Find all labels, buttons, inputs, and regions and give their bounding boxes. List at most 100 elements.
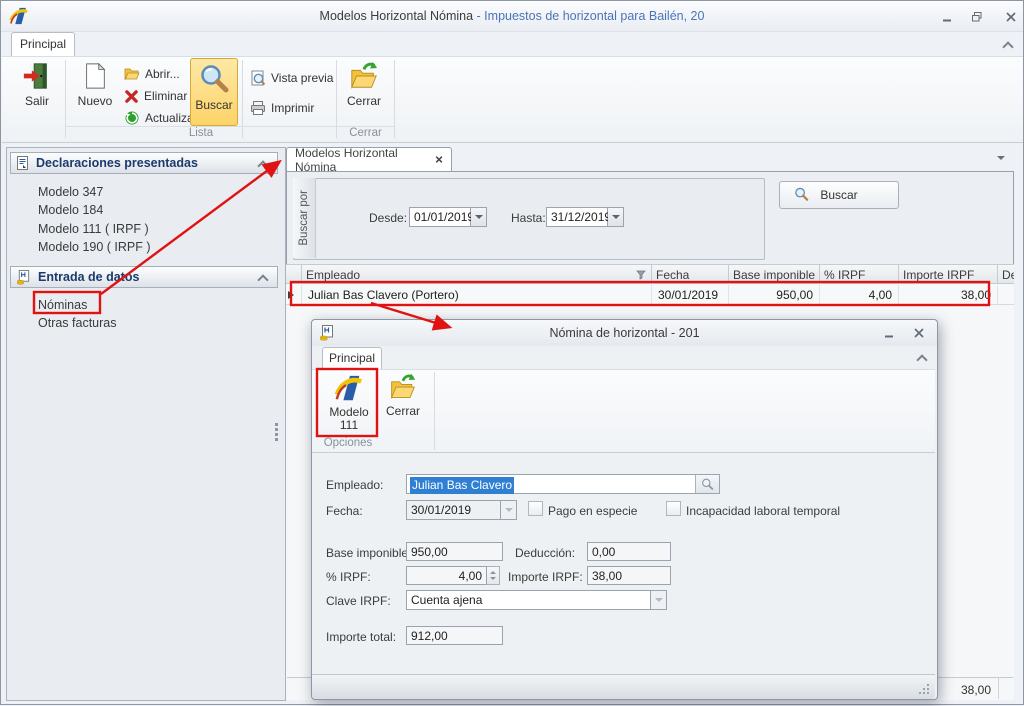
dialog-ribbon: Modelo 111 Cerrar Opciones — [312, 369, 935, 453]
column-header-empleado[interactable]: Empleado — [302, 264, 652, 284]
modelo-111-button[interactable]: Modelo 111 — [324, 373, 374, 432]
fecha-dropdown-button[interactable] — [501, 500, 517, 520]
column-label: Empleado — [306, 268, 360, 282]
group-caption-lista: Lista — [66, 126, 336, 141]
sidebar-item-otras-facturas[interactable]: Otras facturas — [38, 316, 238, 332]
cell-empleado[interactable]: Julian Bas Clavero (Portero) — [302, 285, 652, 305]
fecha-input[interactable]: 30/01/2019 — [406, 500, 501, 520]
hasta-dropdown-button[interactable] — [608, 207, 624, 227]
base-imponible-input[interactable]: 950,00 — [406, 542, 503, 561]
dialog-close-button[interactable] — [907, 324, 931, 341]
importe-total-input[interactable]: 912,00 — [406, 626, 503, 645]
cell-irpf-pct[interactable]: 4,00 — [820, 285, 899, 305]
desde-dropdown-button[interactable] — [471, 207, 487, 227]
fecha-label: Fecha: — [326, 504, 363, 518]
dialog-cerrar-button[interactable]: Cerrar — [380, 373, 426, 418]
close-folder-icon — [389, 373, 417, 401]
buscar-por-label: Buscar por — [298, 190, 310, 246]
actualizar-button[interactable]: Actualizar — [124, 108, 198, 128]
cell-importe-irpf[interactable]: 38,00 — [899, 285, 998, 305]
filter-icon[interactable] — [636, 270, 646, 280]
deduccion-input[interactable]: 0,00 — [587, 542, 671, 561]
sidebar-item-modelo-347[interactable]: Modelo 347 — [38, 185, 238, 201]
buscar-ribbon-button[interactable]: Buscar — [190, 58, 238, 126]
abrir-button[interactable]: Abrir... — [124, 64, 180, 84]
nuevo-label: Nuevo — [78, 94, 113, 108]
incapacidad-checkbox[interactable] — [666, 501, 681, 516]
sidebar: Declaraciones presentadas Modelo 347 Mod… — [6, 147, 286, 701]
clave-irpf-select[interactable]: Cuenta ajena — [406, 590, 651, 610]
sidebar-item-modelo-190[interactable]: Modelo 190 ( IRPF ) — [38, 240, 238, 256]
close-button[interactable] — [999, 8, 1023, 25]
sidebar-header-declaraciones[interactable]: Declaraciones presentadas — [10, 152, 278, 174]
buscar-por-strip: Buscar por — [293, 178, 316, 258]
minimize-icon — [941, 11, 953, 23]
empleado-input[interactable]: Julian Bas Clavero — [406, 474, 720, 494]
collapse-icon[interactable] — [257, 274, 268, 285]
new-document-icon — [81, 61, 109, 91]
salir-button[interactable]: Salir — [14, 61, 60, 108]
cell-base-imponible[interactable]: 950,00 — [729, 285, 820, 305]
hasta-input[interactable]: 31/12/2019 — [546, 207, 608, 227]
ribbon: Salir Nuevo Abrir... Eliminar — [2, 56, 1023, 143]
importe-total-label: Importe total: — [326, 630, 396, 644]
minimize-button[interactable] — [935, 8, 959, 25]
tab-modelos-horizontal-nomina[interactable]: Modelos Horizontal Nómina — [286, 147, 452, 171]
desde-label: Desde: — [369, 211, 407, 225]
resize-grip[interactable] — [919, 684, 929, 694]
splitter-handle[interactable] — [275, 423, 278, 426]
column-header-fecha[interactable]: Fecha — [652, 264, 729, 284]
aeat-logo-icon — [334, 373, 364, 403]
column-header-base-imponible[interactable]: Base imponible — [729, 264, 820, 284]
irpf-pct-input[interactable]: 4,00 — [406, 566, 487, 585]
print-preview-icon — [250, 70, 266, 86]
h-document-icon — [16, 270, 31, 285]
modelo-111-label: Modelo 111 — [325, 406, 373, 432]
nuevo-button[interactable]: Nuevo — [70, 61, 120, 108]
cerrar-label: Cerrar — [347, 94, 381, 108]
exit-door-icon — [22, 61, 52, 91]
tab-label: Modelos Horizontal Nómina — [295, 146, 427, 174]
clave-irpf-dropdown-button[interactable] — [651, 590, 667, 610]
dialog-minimize-button[interactable] — [877, 324, 901, 341]
ribbon-collapse-icon[interactable] — [1002, 41, 1013, 52]
vista-previa-button[interactable]: Vista previa — [250, 68, 333, 88]
main-window: Modelos Horizontal Nómina - Impuestos de… — [0, 0, 1024, 705]
printer-icon — [250, 100, 266, 116]
imprimir-button[interactable]: Imprimir — [250, 98, 314, 118]
empleado-lookup-button[interactable] — [695, 475, 719, 493]
dialog-ribbon-collapse-icon[interactable] — [916, 354, 927, 365]
restore-button[interactable] — [965, 8, 989, 25]
ribbon-tab-principal[interactable]: Principal — [11, 32, 75, 57]
column-header-importe-irpf[interactable]: Importe IRPF — [899, 264, 998, 284]
dialog-tab-principal[interactable]: Principal — [322, 347, 382, 370]
irpf-pct-spinner[interactable] — [487, 566, 500, 585]
close-icon — [1005, 11, 1017, 23]
tab-list-dropdown-icon[interactable] — [997, 156, 1005, 160]
sidebar-item-nominas[interactable]: Nóminas — [38, 298, 238, 314]
pago-especie-checkbox[interactable] — [528, 501, 543, 516]
spinner-down-icon — [490, 577, 496, 580]
sidebar-header-entrada-datos[interactable]: Entrada de datos — [10, 266, 278, 288]
collapse-icon[interactable] — [257, 160, 268, 171]
column-header-irpf-pct[interactable]: % IRPF — [820, 264, 899, 284]
desde-input[interactable]: 01/01/2019 — [409, 207, 471, 227]
cell-deduccion[interactable] — [998, 285, 1014, 305]
close-folder-icon — [349, 61, 379, 91]
cerrar-ribbon-button[interactable]: Cerrar — [340, 61, 388, 108]
buscar-button[interactable]: Buscar — [779, 181, 899, 209]
group-caption-opciones: Opciones — [318, 436, 378, 451]
tab-close-icon[interactable] — [435, 155, 443, 164]
column-header-deduccion[interactable]: Ded — [998, 264, 1014, 284]
sidebar-item-modelo-111[interactable]: Modelo 111 ( IRPF ) — [38, 222, 238, 238]
cell-fecha[interactable]: 30/01/2019 — [652, 285, 729, 305]
footer-separator — [998, 678, 999, 699]
sidebar-item-modelo-184[interactable]: Modelo 184 — [38, 203, 238, 219]
chevron-down-icon — [505, 508, 513, 512]
irpf-pct-label: % IRPF: — [326, 570, 371, 584]
eliminar-label: Eliminar — [144, 89, 187, 103]
search-icon — [198, 63, 230, 95]
eliminar-button[interactable]: Eliminar — [124, 86, 187, 106]
spinner-up-icon — [490, 571, 496, 574]
importe-irpf-input[interactable]: 38,00 — [587, 566, 671, 585]
